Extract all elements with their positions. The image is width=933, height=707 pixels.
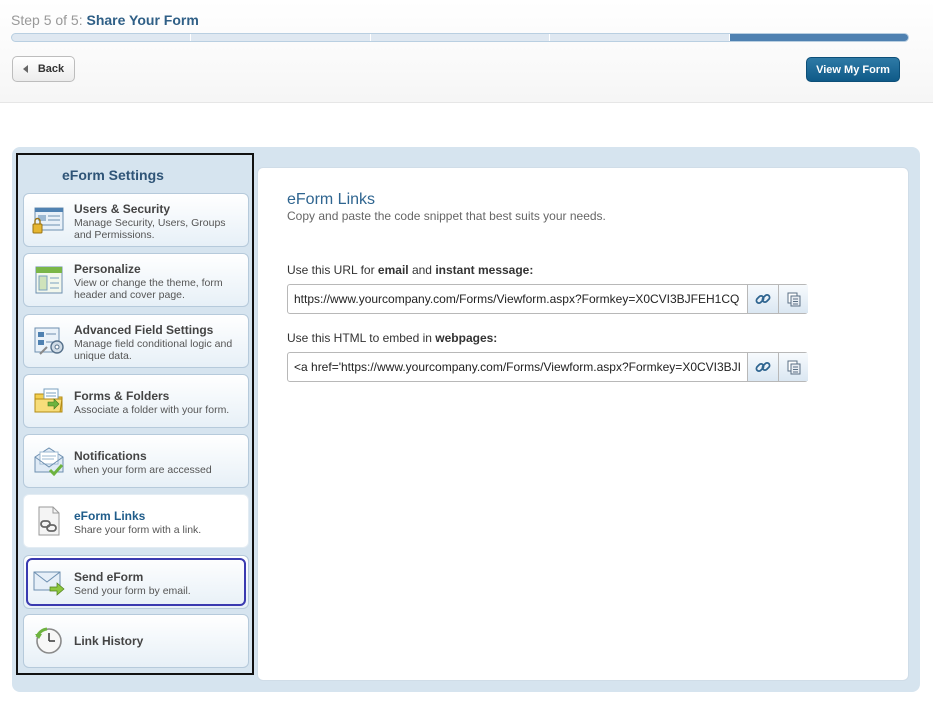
notification-envelope-icon [34,447,64,477]
html-copy-button[interactable] [778,353,808,381]
sidebar-item-personalize[interactable]: Personalize View or change the theme, fo… [23,253,249,307]
wizard-progress-bar [11,33,909,42]
url-input[interactable] [288,285,747,313]
personalize-icon [35,266,63,294]
link-document-icon [38,506,60,536]
sidebar-item-desc: View or change the theme, form header an… [74,277,223,301]
advanced-field-settings-icon [34,327,64,355]
back-button-label: Back [37,63,65,75]
progress-step-1 [12,34,192,41]
settings-sidebar: eForm Settings Users & Security Manage S… [16,153,254,675]
sidebar-item-users-security[interactable]: Users & Security Manage Security, Users,… [23,193,249,247]
sidebar-item-desc: when your form are accessed [74,464,212,476]
copy-icon [787,292,800,307]
copy-icon [787,360,800,375]
step-name: Share Your Form [86,12,199,28]
sidebar-item-title: Notifications [74,449,147,463]
progress-step-5 [729,34,908,41]
sidebar-item-desc: Share your form with a link. [74,524,202,536]
back-button[interactable]: Back [12,56,75,82]
sidebar-title: eForm Settings [62,167,164,183]
sidebar-item-title: Advanced Field Settings [74,323,214,337]
url-field [287,284,808,314]
view-my-form-label: View My Form [816,63,890,76]
step-title: Step 5 of 5: Share Your Form [11,12,199,28]
clock-history-icon [35,627,62,654]
sidebar-item-link-history[interactable]: Link History [23,614,249,668]
sidebar-item-notifications[interactable]: Notifications when your form are accesse… [23,434,249,488]
url-copy-button[interactable] [778,285,808,313]
progress-step-4 [550,34,730,41]
html-field [287,352,808,382]
html-field-label: Use this HTML to embed in webpages: [287,331,498,345]
folder-icon [34,388,63,413]
view-my-form-button[interactable]: View My Form [806,57,900,82]
step-counter: Step 5 of 5: [11,12,83,28]
sidebar-item-title: Users & Security [74,202,171,216]
sidebar-item-desc: Send your form by email. [74,585,191,597]
sidebar-item-desc: Associate a folder with your form. [74,404,230,416]
html-link-button[interactable] [747,353,778,381]
sidebar-item-eform-links[interactable]: eForm Links Share your form with a link. [23,494,249,548]
url-field-label: Use this URL for email and instant messa… [287,263,534,277]
send-email-icon [33,571,65,596]
link-icon [755,362,771,372]
sidebar-item-title: Personalize [74,262,141,276]
eform-links-panel: eForm Links Copy and paste the code snip… [257,167,909,681]
sidebar-item-title: Forms & Folders [74,389,170,403]
html-embed-input[interactable] [288,353,747,381]
sidebar-item-forms-folders[interactable]: Forms & Folders Associate a folder with … [23,374,249,428]
sidebar-item-title: Send eForm [74,570,144,584]
panel-subtitle: Copy and paste the code snippet that bes… [287,209,606,223]
sidebar-item-title: Link History [74,634,144,648]
wizard-header: Step 5 of 5: Share Your Form Back View M… [0,0,933,103]
sidebar-item-send-eform[interactable]: Send eForm Send your form by email. [23,555,249,609]
progress-step-2 [191,34,371,41]
users-security-icon [32,207,64,234]
sidebar-item-desc: Manage Security, Users, Groups and Permi… [74,217,226,241]
sidebar-item-desc: Manage field conditional logic and uniqu… [74,338,233,362]
back-arrow-icon [22,65,28,73]
sidebar-item-advanced-field-settings[interactable]: Advanced Field Settings Manage field con… [23,314,249,368]
panel-title: eForm Links [287,191,376,208]
sidebar-item-title: eForm Links [74,509,146,523]
progress-step-3 [371,34,551,41]
url-link-button[interactable] [747,285,778,313]
link-icon [755,294,771,304]
